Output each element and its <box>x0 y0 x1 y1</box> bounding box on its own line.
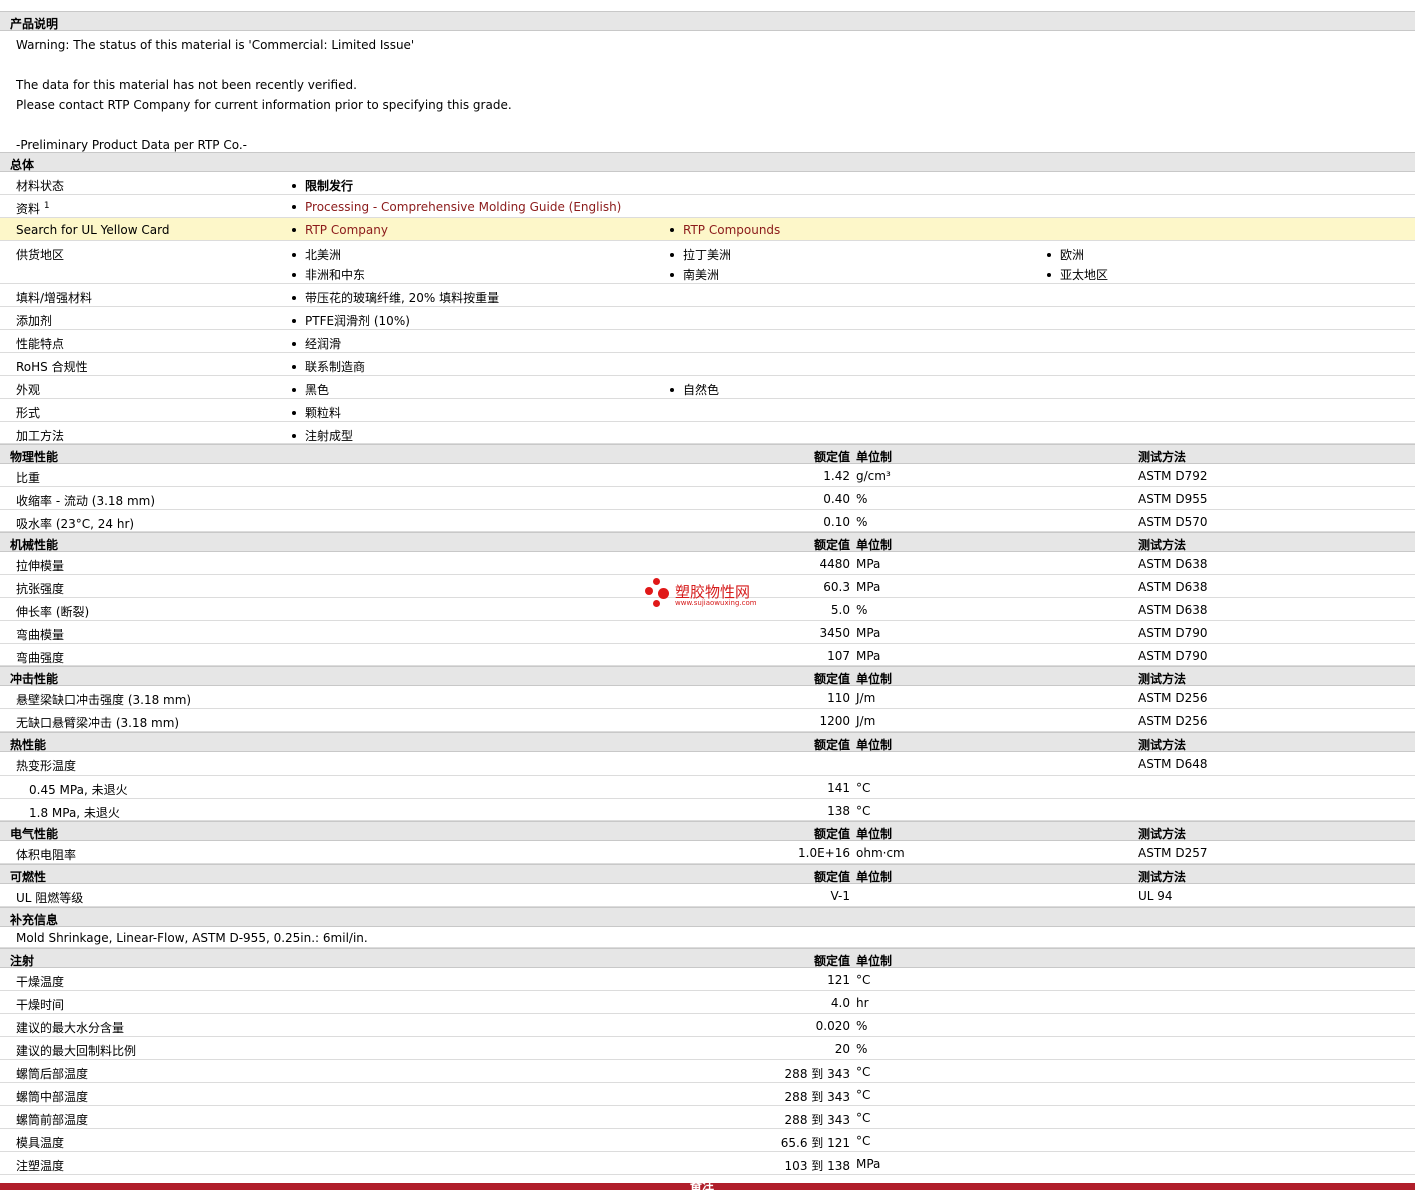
bullet-icon <box>292 387 296 392</box>
row-ul-yellow-card: Search for UL Yellow Card RTP Company RT… <box>0 218 1415 241</box>
bullet-icon <box>292 204 296 209</box>
section-header-mechanical: 机械性能 额定值 单位制 测试方法 <box>0 532 1415 552</box>
data-row: 弯曲强度 107 MPa ASTM D790 <box>0 644 1415 666</box>
data-row: 拉伸模量 4480 MPa ASTM D638 <box>0 552 1415 575</box>
data-row: 建议的最大水分含量 0.020% <box>0 1014 1415 1037</box>
data-row: 建议的最大回制料比例 20% <box>0 1037 1415 1060</box>
section-header-general: 总体 <box>0 152 1415 172</box>
section-header-product-description: 产品说明 <box>0 11 1415 31</box>
supplement-text-row: Mold Shrinkage, Linear-Flow, ASTM D-955,… <box>0 927 1415 948</box>
data-row: 螺筒前部温度 288 到 343 °C <box>0 1106 1415 1129</box>
section-header-flammability: 可燃性 额定值 单位制 测试方法 <box>0 864 1415 884</box>
data-row: 0.45 MPa, 未退火 141 °C <box>0 776 1415 799</box>
link-molding-guide[interactable]: Processing - Comprehensive Molding Guide… <box>305 200 621 214</box>
bullet-icon <box>670 387 674 392</box>
row-filler: 填料/增强材料 带压花的玻璃纤维, 20% 填料按重量 <box>0 284 1415 307</box>
row-features: 性能特点 经润滑 <box>0 330 1415 353</box>
row-appearance: 外观 黑色 自然色 <box>0 376 1415 399</box>
section-header-physical: 物理性能 额定值 单位制 测试方法 <box>0 444 1415 464</box>
bullet-icon <box>1047 272 1051 277</box>
data-row: 悬壁梁缺口冲击强度 (3.18 mm) 110 J/m ASTM D256 <box>0 686 1415 709</box>
data-row: 螺筒后部温度 288 到 343 °C <box>0 1060 1415 1083</box>
data-row: 注塑温度 103 到 138 MPa <box>0 1152 1415 1175</box>
row-additive: 添加剂 PTFE润滑剂 (10%) <box>0 307 1415 330</box>
row-supply-regions: 供货地区 北美洲 拉丁美洲 欧洲 非洲和中东 南美洲 亚太地区 <box>0 241 1415 284</box>
link-rtp-compounds[interactable]: RTP Compounds <box>683 223 780 237</box>
note-line: Please contact RTP Company for current i… <box>16 98 512 112</box>
bullet-icon <box>292 433 296 438</box>
bullet-icon <box>292 183 296 188</box>
data-row: 收缩率 - 流动 (3.18 mm) 0.40% ASTM D955 <box>0 487 1415 510</box>
bullet-icon <box>670 272 674 277</box>
bullet-icon <box>670 252 674 257</box>
material-status-value: 限制发行 <box>305 179 354 193</box>
bullet-icon <box>292 364 296 369</box>
bullet-icon <box>670 227 674 232</box>
bullet-icon <box>292 227 296 232</box>
data-row: 比重 1.42 g/cm³ ASTM D792 <box>0 464 1415 487</box>
data-row: 螺筒中部温度 288 到 343 °C <box>0 1083 1415 1106</box>
data-row: UL 阻燃等级 V-1 UL 94 <box>0 884 1415 907</box>
top-spacer <box>0 0 1415 11</box>
product-description-notes: Warning: The status of this material is … <box>0 31 1415 152</box>
row-process: 加工方法 注射成型 <box>0 422 1415 444</box>
note-line: The data for this material has not been … <box>16 78 357 92</box>
data-row: 弯曲模量 3450 MPa ASTM D790 <box>0 621 1415 644</box>
bullet-icon <box>292 318 296 323</box>
watermark-logo: 塑胶物性网 www.sujiaowuxing.com <box>645 578 775 610</box>
row-material-status: 材料状态 限制发行 <box>0 172 1415 195</box>
bullet-icon <box>292 252 296 257</box>
data-row: 模具温度 65.6 到 121 °C <box>0 1129 1415 1152</box>
data-row: 干燥温度 121 °C <box>0 968 1415 991</box>
data-row: 吸水率 (23°C, 24 hr) 0.10% ASTM D570 <box>0 510 1415 532</box>
link-rtp-company[interactable]: RTP Company <box>305 223 388 237</box>
section-header-electrical: 电气性能 额定值 单位制 测试方法 <box>0 821 1415 841</box>
note-line: Warning: The status of this material is … <box>16 38 415 52</box>
notes-footer-bar: 备注 <box>0 1179 1415 1191</box>
section-header-thermal: 热性能 额定值 单位制 测试方法 <box>0 732 1415 752</box>
data-row: 体积电阻率 1.0E+16 ohm·cm ASTM D257 <box>0 841 1415 864</box>
bullet-icon <box>292 295 296 300</box>
bullet-icon <box>292 341 296 346</box>
data-row: 干燥时间 4.0 hr <box>0 991 1415 1014</box>
watermark-url: www.sujiaowuxing.com <box>675 599 757 607</box>
bullet-icon <box>1047 252 1051 257</box>
section-header-injection: 注射 额定值 单位制 <box>0 948 1415 968</box>
data-row: 无缺口悬臂梁冲击 (3.18 mm) 1200 J/m ASTM D256 <box>0 709 1415 732</box>
section-header-impact: 冲击性能 额定值 单位制 测试方法 <box>0 666 1415 686</box>
data-row: 1.8 MPa, 未退火 138 °C <box>0 799 1415 821</box>
section-header-supplement: 补充信息 <box>0 907 1415 927</box>
row-documents: 资料 1 Processing - Comprehensive Molding … <box>0 195 1415 218</box>
row-form: 形式 颗粒料 <box>0 399 1415 422</box>
bullet-icon <box>292 410 296 415</box>
row-rohs: RoHS 合规性 联系制造商 <box>0 353 1415 376</box>
data-row: 热变形温度 ASTM D648 <box>0 752 1415 776</box>
bullet-icon <box>292 272 296 277</box>
